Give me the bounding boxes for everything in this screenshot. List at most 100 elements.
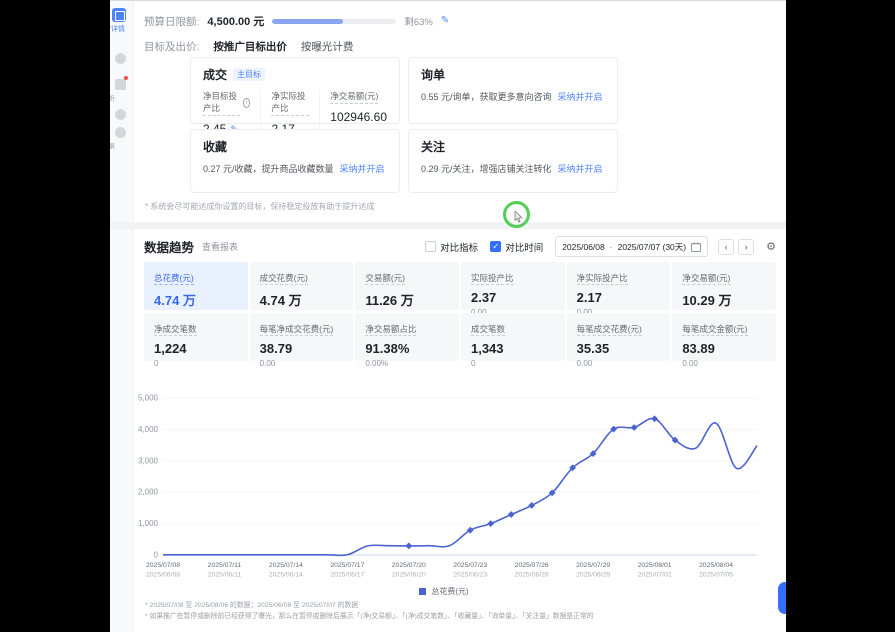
x-axis-tick-current: 2025/08/01 [638, 562, 672, 569]
budget-progress-bar [272, 18, 397, 24]
metric-card[interactable]: 净实际投产比2.170.00 [566, 262, 671, 317]
date-range-input[interactable]: 2025/06/08 - 2025/07/07 (30天) [555, 236, 709, 257]
goal-card-inquiry: 询单 0.55 元/询单，获取更多意向咨询 采纳并开启 [408, 57, 618, 124]
date-end: 2025/07/07 (30天) [617, 241, 687, 252]
sidebar-record-icon[interactable] [115, 127, 126, 138]
sidebar-item-detail-icon[interactable] [112, 8, 126, 22]
info-icon[interactable]: i [242, 98, 251, 108]
tab-bid-by-goal[interactable]: 按推广目标出价 [213, 39, 287, 54]
chart-footnote-2: * 如果推广在暂停或删除前已经获得了曝光，那么在暂停或删除后展示「(净)交易额」… [145, 613, 594, 620]
metric-card[interactable]: 交易额(元)11.26 万0.00 [355, 262, 459, 321]
goal-card-favorite: 收藏 0.27 元/收藏，提升商品收藏数量 采纳并开启 [190, 129, 400, 193]
edit-budget-icon[interactable]: ✎ [441, 16, 449, 26]
bid-mode-row: 目标及出价: 按推广目标出价 按曝光计费 [144, 39, 353, 54]
metric-card[interactable]: 成交笔数 1,343 0 [460, 313, 565, 368]
metric-compare-value: 0.00 [682, 359, 698, 368]
metric-value: 38.79 [259, 341, 293, 356]
trend-line [162, 417, 758, 557]
tab-bid-by-exposure[interactable]: 按曝光计费 [301, 39, 354, 54]
metric-label: 实际投产比 [470, 273, 514, 285]
data-point-marker [507, 511, 515, 518]
metric-compare-value: 0.00 [259, 359, 276, 368]
date-start: 2025/06/08 [562, 241, 605, 252]
metric-label: 每笔净成交花费(元) [259, 324, 334, 336]
top-divider [110, 0, 786, 1]
metric-label: 总花费(元) [154, 273, 194, 285]
metric-compare-value: 0 [154, 359, 159, 368]
adopt-enable-link[interactable]: 采纳并开启 [558, 162, 603, 175]
metric-value: 1,343 [470, 341, 504, 356]
trend-header: 数据趋势 查看报表 对比指标 ✓ 对比时间 2025/06/08 - 2025/… [144, 236, 776, 257]
x-axis-tick-current: 2025/07/23 [453, 562, 487, 569]
x-axis-tick-compare: 2025/06/17 [330, 572, 364, 579]
x-axis-tick-current: 2025/07/11 [208, 562, 242, 569]
metric-card[interactable]: 每笔成交金额(元) 83.89 0.00 [672, 313, 776, 368]
metric-value: 83.89 [682, 341, 715, 356]
sidebar-icon-3[interactable] [115, 109, 126, 120]
gear-icon[interactable]: ⚙ [766, 240, 776, 253]
metric-card[interactable]: 净交易额占比 91.38% 0.00% [355, 313, 459, 368]
floating-action-pill[interactable] [778, 582, 786, 614]
metric-label: 净成交笔数 [154, 324, 197, 336]
next-period-button[interactable]: › [738, 238, 755, 255]
x-axis-tick-current: 2025/07/08 [146, 562, 180, 569]
checkbox-icon[interactable]: ✓ [490, 241, 502, 252]
metric-card[interactable]: 实际投产比2.370.00 [460, 262, 565, 317]
sidebar-item-detail-label[interactable]: 推广详情 [110, 24, 131, 34]
metric-label: 每笔成交花费(元) [576, 324, 642, 336]
sidebar-analysis-label[interactable]: 分析 [110, 92, 132, 102]
bid-label: 目标及出价: [144, 41, 200, 53]
x-axis-tick-current: 2025/07/17 [330, 562, 364, 569]
x-axis-tick-compare: 2025/06/23 [453, 572, 487, 579]
view-report-link[interactable]: 查看报表 [202, 240, 238, 253]
budget-amount: 4,500.00 元 [207, 16, 265, 28]
checkbox-icon[interactable] [425, 241, 437, 252]
metric-compare-value: 0.00% [365, 359, 389, 368]
metric-value: 2.37 [470, 290, 497, 305]
metric-compare-value: 0.00 [576, 359, 593, 368]
x-axis-tick-compare: 2025/07/02 [638, 572, 672, 579]
goal-desc: 0.29 元/关注，增强店铺关注转化 [421, 164, 552, 174]
compare-time-checkbox[interactable]: ✓ 对比时间 [490, 240, 543, 254]
x-axis-tick-current: 2025/07/29 [576, 562, 610, 569]
click-highlight-ring [503, 201, 530, 228]
metric-card[interactable]: 成交花费(元)4.74 万0.00 [249, 262, 354, 321]
goal-desc: 0.27 元/收藏，提升商品收藏数量 [203, 164, 334, 174]
data-point-marker [651, 415, 658, 423]
metric-label: 成交笔数 [470, 324, 505, 336]
chart-footnote-1: * 2025/07/08 至 2025/08/06 的数据；2025/06/08… [145, 602, 359, 609]
y-axis-tick: 4,000 [138, 425, 159, 434]
sidebar-icon-1[interactable] [115, 53, 126, 64]
data-point-marker [405, 542, 413, 550]
goals-footnote: * 系统会尽可能达成你设置的目标，保持稳定投放有助于提升达成 [145, 202, 375, 211]
x-axis-tick-compare: 2025/06/08 [146, 572, 180, 579]
trend-line-chart: 5,000 4,000 3,000 2,000 1,000 0 2025/07/08 2025… [138, 394, 758, 579]
adopt-enable-link[interactable]: 采纳并开启 [340, 162, 385, 175]
y-axis-tick: 3,000 [138, 456, 159, 465]
metric-value: 2.17 [576, 290, 602, 305]
metric-card[interactable]: 净交易额(元)10.29 万0.00 [672, 262, 776, 321]
metric-card[interactable]: 总花费(元)4.74 万0.00 [144, 262, 248, 321]
metric-card[interactable]: 每笔成交花费(元) 35.35 0.00 [566, 313, 671, 368]
chart-legend[interactable]: 总花费(元) [144, 586, 744, 597]
x-axis-tick-compare: 2025/07/05 [699, 572, 733, 579]
x-axis-tick-compare: 2025/06/26 [515, 572, 549, 579]
sidebar-analysis-icon[interactable] [115, 79, 126, 90]
metric-label: 交易额(元) [365, 273, 405, 285]
metric-value: 1,224 [154, 341, 187, 356]
campaign-detail-panel: 推广详情 分析 记录 预算日限额: 4,500.00 元 剩63% ✎ 目标及出… [110, 0, 786, 632]
metric-value: 4.74 万 [259, 293, 302, 308]
sidebar-record-label[interactable]: 记录 [110, 140, 132, 150]
metric-label: 净交易额占比 [365, 324, 417, 336]
x-axis-tick-compare: 2025/06/14 [269, 572, 303, 579]
legend-swatch [419, 588, 427, 595]
goal-desc: 0.55 元/询单，获取更多意向咨询 [421, 92, 552, 102]
adopt-enable-link[interactable]: 采纳并开启 [558, 90, 603, 103]
compare-metric-checkbox[interactable]: 对比指标 [425, 240, 478, 254]
metric-card[interactable]: 净成交笔数 1,224 0 [144, 313, 248, 368]
metric-card[interactable]: 每笔净成交花费(元) 38.79 0.00 [249, 313, 354, 368]
prev-period-button[interactable]: ‹ [718, 238, 735, 255]
y-axis-tick: 1,000 [138, 519, 159, 528]
budget-label: 预算日限额: [144, 15, 200, 28]
primary-goal-badge: 主目标 [233, 68, 266, 81]
